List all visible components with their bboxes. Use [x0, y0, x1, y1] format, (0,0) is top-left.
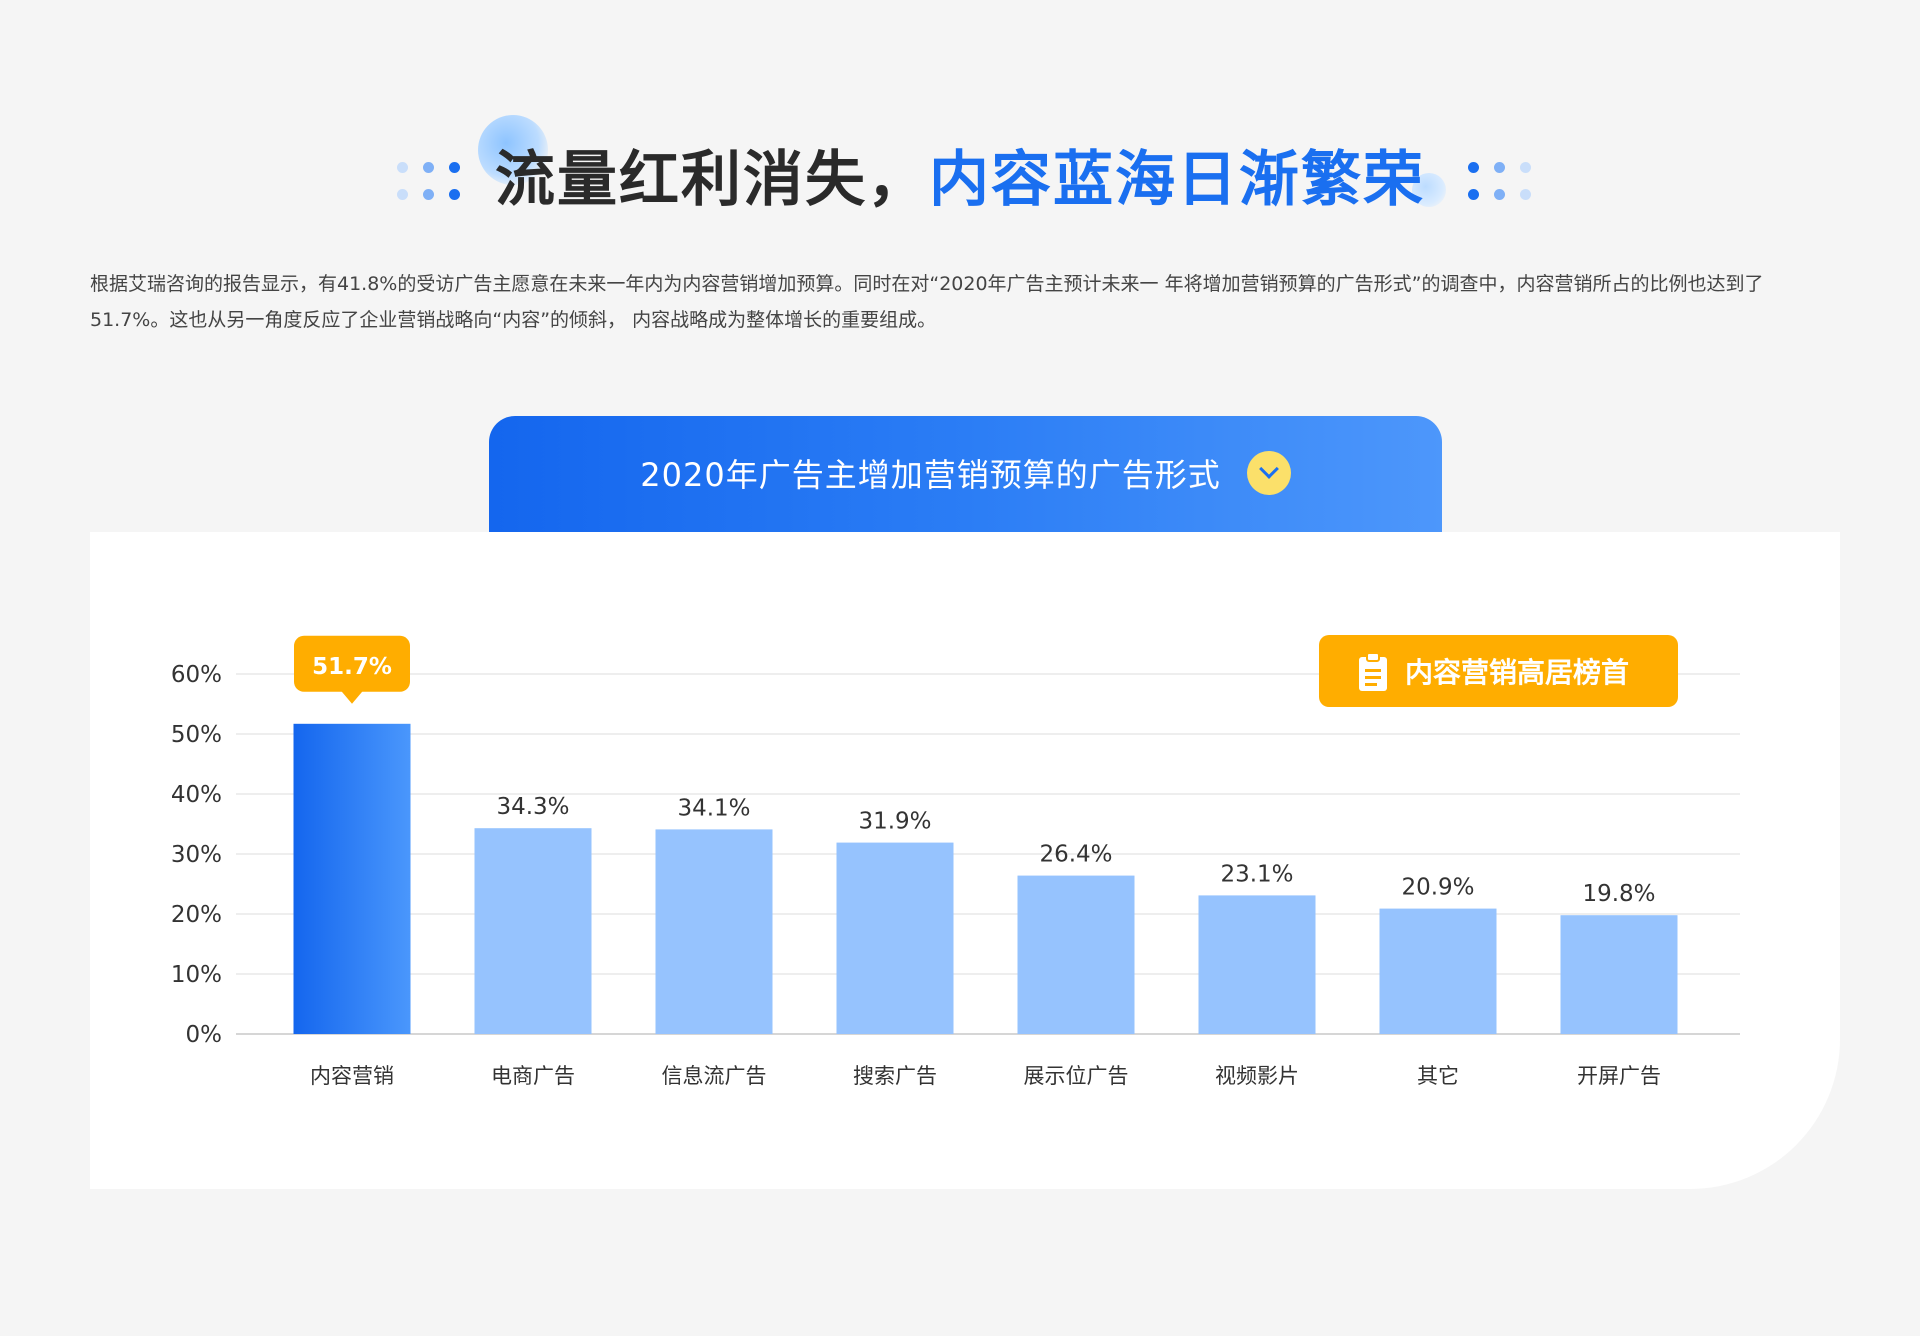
y-tick-label: 20% [171, 902, 222, 928]
value-label: 19.8% [1582, 881, 1655, 907]
grid-lines [236, 673, 1740, 1035]
bar [1560, 915, 1678, 1034]
title-part-2: 内容蓝海日渐繁荣 [929, 145, 1425, 215]
bar [655, 829, 773, 1034]
chart-card: 0% 10% 20% 30% 40% 50% 60% 51.7% 34.3% 34.1% 31.9… [90, 532, 1840, 1189]
chevron-down-icon[interactable] [1246, 451, 1291, 495]
value-label: 51.7% [312, 654, 392, 680]
page-title: 流量红利消失，内容蓝海日渐繁荣 [0, 140, 1920, 220]
y-tick-label: 50% [171, 722, 222, 748]
value-label: 34.3% [496, 794, 569, 820]
description-paragraph: 根据艾瑞咨询的报告显示，有41.8%的受访广告主愿意在未来一年内为内容营销增加预… [90, 273, 1764, 331]
bar [474, 828, 592, 1034]
y-tick-label: 60% [171, 662, 222, 688]
x-tick-label: 视频影片 [1215, 1064, 1299, 1088]
decorative-dots-icon [1466, 160, 1536, 206]
value-label: 34.1% [677, 795, 750, 821]
y-tick-label: 10% [171, 962, 222, 988]
x-tick-label: 展示位广告 [1024, 1064, 1129, 1088]
x-axis-ticks: 内容营销 电商广告 信息流广告 搜索广告 展示位广告 视频影片 其它 开屏广告 [310, 1064, 1661, 1088]
top-badge: 内容营销高居榜首 [1319, 635, 1678, 707]
y-tick-label: 40% [171, 782, 222, 808]
bar [293, 723, 411, 1034]
chart-title: 2020年广告主增加营销预算的广告形式 [640, 456, 1221, 494]
x-tick-label: 信息流广告 [662, 1064, 767, 1088]
value-label: 26.4% [1039, 842, 1112, 868]
title-part-1: 流量红利消失， [495, 145, 929, 215]
y-tick-label: 0% [186, 1022, 223, 1048]
bar [836, 842, 954, 1034]
bar [1198, 895, 1316, 1034]
x-tick-label: 电商广告 [491, 1064, 575, 1088]
chart-header-tab: 2020年广告主增加营销预算的广告形式 [489, 416, 1442, 534]
page-title-block: 流量红利消失，内容蓝海日渐繁荣 [0, 115, 1920, 235]
bar [1379, 908, 1497, 1034]
bar-chart: 0% 10% 20% 30% 40% 50% 60% 51.7% 34.3% 34.1% 31.9… [171, 635, 1740, 1088]
badge-label: 内容营销高居榜首 [1405, 656, 1629, 689]
clipboard-icon [1359, 652, 1387, 691]
page: 流量红利消失，内容蓝海日渐繁荣 根据艾瑞咨询的报告显示，有41.8%的受访广告主… [0, 0, 1920, 1336]
callout-pointer [341, 690, 363, 704]
x-tick-label: 内容营销 [310, 1064, 394, 1088]
x-tick-label: 其它 [1417, 1064, 1459, 1088]
value-label: 20.9% [1401, 875, 1474, 901]
bar [1017, 875, 1135, 1034]
x-tick-label: 开屏广告 [1577, 1064, 1661, 1088]
value-label: 31.9% [858, 809, 931, 835]
y-tick-label: 30% [171, 842, 222, 868]
x-tick-label: 搜索广告 [853, 1064, 937, 1088]
y-axis-ticks: 0% 10% 20% 30% 40% 50% 60% [171, 662, 222, 1048]
value-label: 23.1% [1220, 861, 1293, 887]
highlight-value-callout: 51.7% [294, 635, 410, 704]
